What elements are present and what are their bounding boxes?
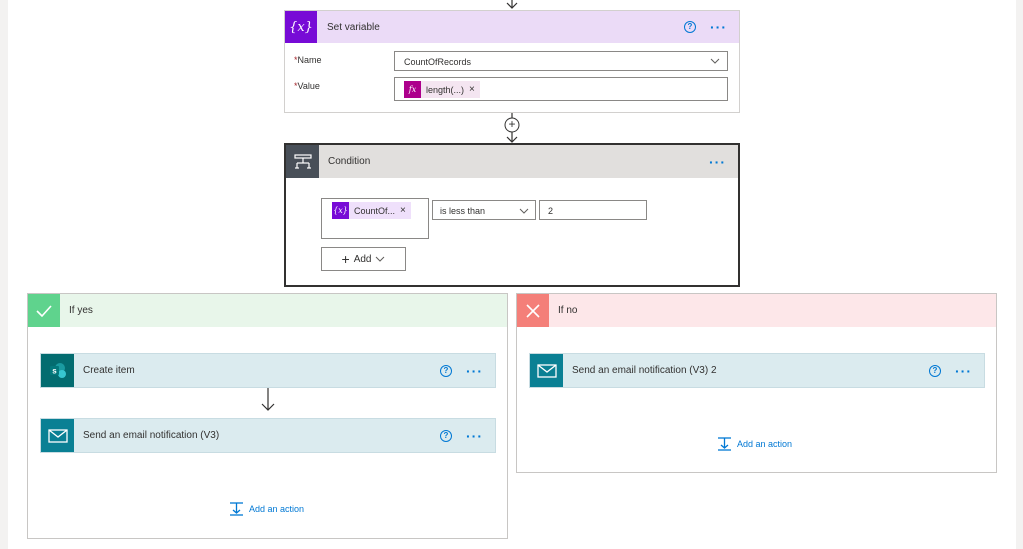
if-yes-title: If yes — [69, 305, 93, 316]
chevron-down-icon — [519, 208, 529, 214]
mail-icon — [41, 419, 74, 452]
add-action-label: Add an action — [249, 504, 305, 514]
sharepoint-icon: s — [41, 354, 74, 387]
variable-icon: {x} — [285, 11, 317, 43]
more-options-icon[interactable]: ··· — [710, 20, 727, 34]
condition-title: Condition — [328, 156, 371, 167]
if-no-branch: If no Send an email notification (V3) 2 … — [516, 293, 997, 473]
flow-arrow — [506, 0, 518, 9]
send-email-title: Send an email notification (V3) — [83, 430, 220, 441]
add-action-icon — [718, 437, 731, 451]
set-variable-title: Set variable — [327, 21, 380, 33]
value-input[interactable]: fx length(...) × — [394, 77, 728, 101]
chevron-down-icon — [376, 256, 385, 262]
svg-text:s: s — [52, 366, 57, 375]
condition-card: Condition ··· {x} CountOf... × is less t… — [284, 143, 740, 287]
add-button-label: Add — [353, 253, 372, 265]
if-yes-header[interactable]: If yes — [28, 294, 507, 327]
flow-canvas: {x} Set variable ? ··· *Name CountOfReco… — [8, 0, 1016, 549]
help-icon[interactable]: ? — [684, 21, 696, 33]
chevron-down-icon — [710, 58, 720, 64]
send-email-2-action[interactable]: Send an email notification (V3) 2 ? ··· — [529, 353, 985, 388]
flow-arrow — [261, 388, 275, 411]
add-button[interactable]: + Add — [321, 247, 406, 271]
more-options-icon[interactable]: ··· — [466, 429, 483, 443]
fx-icon: fx — [404, 81, 421, 98]
variable-icon: {x} — [332, 202, 349, 219]
condition-left-operand[interactable]: {x} CountOf... × — [321, 198, 429, 239]
help-icon[interactable]: ? — [440, 429, 452, 442]
expression-token-label: length(...) — [426, 84, 465, 95]
plus-icon: + — [341, 251, 350, 267]
variable-token[interactable]: {x} CountOf... × — [332, 202, 411, 219]
name-value: CountOfRecords — [404, 57, 472, 67]
if-yes-branch: If yes s Create item ? ··· Send an email… — [27, 293, 508, 539]
remove-token-icon[interactable]: × — [469, 84, 480, 95]
more-options-icon[interactable]: ··· — [466, 364, 483, 378]
help-icon[interactable]: ? — [929, 364, 941, 377]
right-operand-value: 2 — [548, 206, 554, 216]
condition-icon — [286, 145, 319, 178]
send-email-action[interactable]: Send an email notification (V3) ? ··· — [40, 418, 496, 453]
add-action-button[interactable]: Add an action — [229, 502, 304, 516]
checkmark-icon — [28, 294, 60, 327]
expression-token[interactable]: fx length(...) × — [404, 81, 480, 98]
mail-icon — [530, 354, 563, 387]
condition-right-operand[interactable]: 2 — [539, 200, 647, 220]
variable-token-label: CountOf... — [354, 205, 396, 216]
remove-token-icon[interactable]: × — [400, 205, 411, 216]
operator-dropdown[interactable]: is less than — [432, 200, 536, 220]
if-no-title: If no — [558, 305, 578, 316]
condition-header[interactable]: Condition ··· — [286, 145, 738, 178]
create-item-title: Create item — [83, 365, 135, 376]
add-action-icon — [230, 502, 243, 516]
set-variable-header[interactable]: {x} Set variable ? ··· — [285, 11, 739, 43]
create-item-action[interactable]: s Create item ? ··· — [40, 353, 496, 388]
add-action-button[interactable]: Add an action — [717, 437, 792, 451]
close-icon — [517, 294, 549, 327]
value-label: *Value — [294, 81, 320, 91]
send-email-2-title: Send an email notification (V3) 2 — [572, 365, 717, 376]
more-options-icon[interactable]: ··· — [709, 155, 726, 169]
add-action-label: Add an action — [737, 439, 793, 449]
insert-step-plus-icon[interactable]: + — [505, 118, 519, 132]
more-options-icon[interactable]: ··· — [955, 364, 972, 378]
name-label: *Name — [294, 55, 322, 65]
help-icon[interactable]: ? — [440, 364, 452, 377]
operator-value: is less than — [440, 206, 486, 216]
if-no-header[interactable]: If no — [517, 294, 996, 327]
name-dropdown[interactable]: CountOfRecords — [394, 51, 728, 71]
set-variable-card: {x} Set variable ? ··· *Name CountOfReco… — [284, 10, 740, 113]
